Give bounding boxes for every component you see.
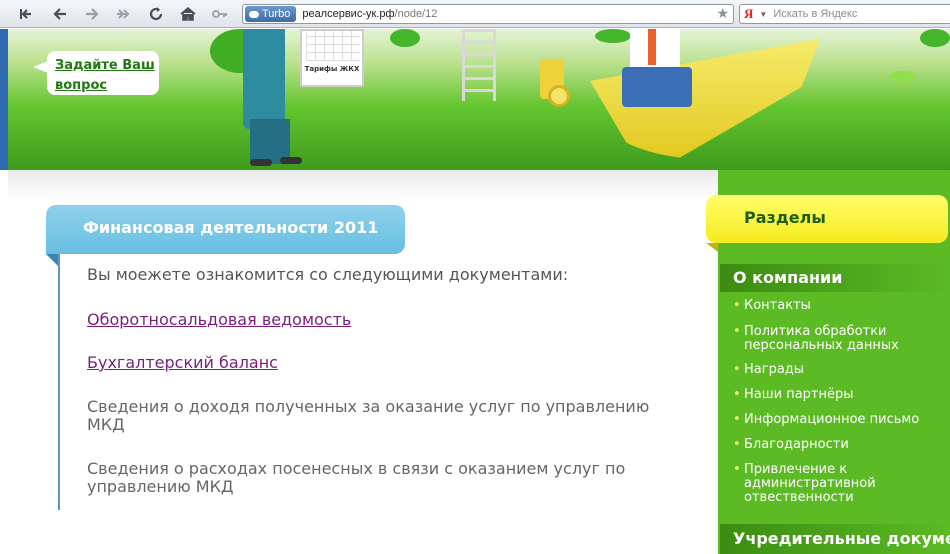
sidebar-title-fold (706, 243, 718, 252)
home-icon[interactable] (176, 4, 200, 24)
sidebar-item-privacy-policy[interactable]: Политика обработки персональных данных (733, 325, 943, 353)
tree-decoration (920, 29, 950, 47)
sidebar-category-founding-documents[interactable]: Учредительные документы (720, 524, 950, 554)
title-tab-fold (46, 254, 58, 266)
forward-icon[interactable] (80, 4, 104, 24)
intro-text: Вы моежете ознакомится со следующими док… (87, 265, 569, 284)
shoe-decoration (280, 157, 302, 164)
ask-question-bubble: Задайте Ваш вопрос (33, 51, 159, 95)
browser-toolbar: Turbo реалсервис-ук.рф/node/12 ★ Я ▼ Иск… (0, 0, 950, 28)
tree-decoration (595, 29, 631, 43)
cloud-icon (249, 10, 259, 18)
search-bar[interactable]: Я ▼ Искать в Яндекс (739, 4, 950, 24)
tariff-sign-image: Тарифы ЖКХ (300, 29, 364, 87)
tie-decoration (648, 29, 656, 65)
content-top-shadow (8, 170, 718, 200)
tree-decoration (390, 29, 420, 47)
valve-icon (548, 85, 570, 107)
yandex-logo-icon: Я (744, 6, 754, 21)
sidebar-item-awards[interactable]: Награды (733, 363, 943, 378)
ladder-decoration (462, 29, 496, 101)
ask-question-link[interactable]: Задайте Ваш вопрос (55, 58, 155, 93)
content-left-border (58, 254, 60, 510)
url-text[interactable]: реалсервис-ук.рф/node/12 (302, 8, 437, 20)
turnover-balance-sheet-link[interactable]: Оборотносальдовая ведомость (87, 310, 351, 329)
shoe-decoration (250, 159, 272, 166)
turbo-button[interactable]: Turbo (245, 6, 297, 22)
page-title: Финансовая деятельности 2011 (46, 205, 405, 254)
key-icon[interactable] (208, 4, 232, 24)
first-page-icon[interactable] (14, 4, 38, 24)
sidebar-title: Разделы (706, 195, 948, 243)
bookmark-star-icon[interactable]: ★ (716, 6, 729, 22)
sprout-icon (890, 71, 916, 83)
sidebar-item-partners[interactable]: Наши партнёры (733, 388, 943, 403)
expenses-info-text: Сведения о расходах посенесных в связи с… (87, 459, 626, 496)
sidebar-category-about[interactable]: О компании (720, 264, 950, 292)
header-banner: Тарифы ЖКХ Задайте Ваш вопрос (0, 29, 950, 170)
man-figure (243, 29, 285, 129)
sidebar-item-contacts[interactable]: Контакты (733, 299, 943, 314)
url-path: /node/12 (394, 8, 438, 20)
sidebar-item-administrative-liability[interactable]: Привлечение к административной отвествен… (733, 463, 943, 505)
back-icon[interactable] (48, 4, 72, 24)
fast-forward-icon[interactable] (112, 4, 136, 24)
address-bar[interactable]: Turbo реалсервис-ук.рф/node/12 ★ (242, 4, 734, 24)
url-host: реалсервис-ук.рф (302, 8, 395, 20)
sign-label: Тарифы ЖКХ (304, 65, 360, 73)
sitting-man-legs (622, 67, 692, 107)
reload-icon[interactable] (144, 4, 168, 24)
accounting-balance-link[interactable]: Бухгалтерский баланс (87, 353, 278, 372)
banner-left-figure (0, 29, 8, 170)
sign-chart-decoration (306, 31, 360, 61)
sidebar-item-thanks[interactable]: Благодарности (733, 438, 943, 453)
search-placeholder[interactable]: Искать в Яндекс (773, 8, 857, 20)
sidebar-item-info-letter[interactable]: Информационное письмо (733, 413, 943, 428)
income-info-text: Сведения о доходя полученных за оказание… (87, 397, 650, 434)
chevron-down-icon[interactable]: ▼ (759, 10, 767, 19)
